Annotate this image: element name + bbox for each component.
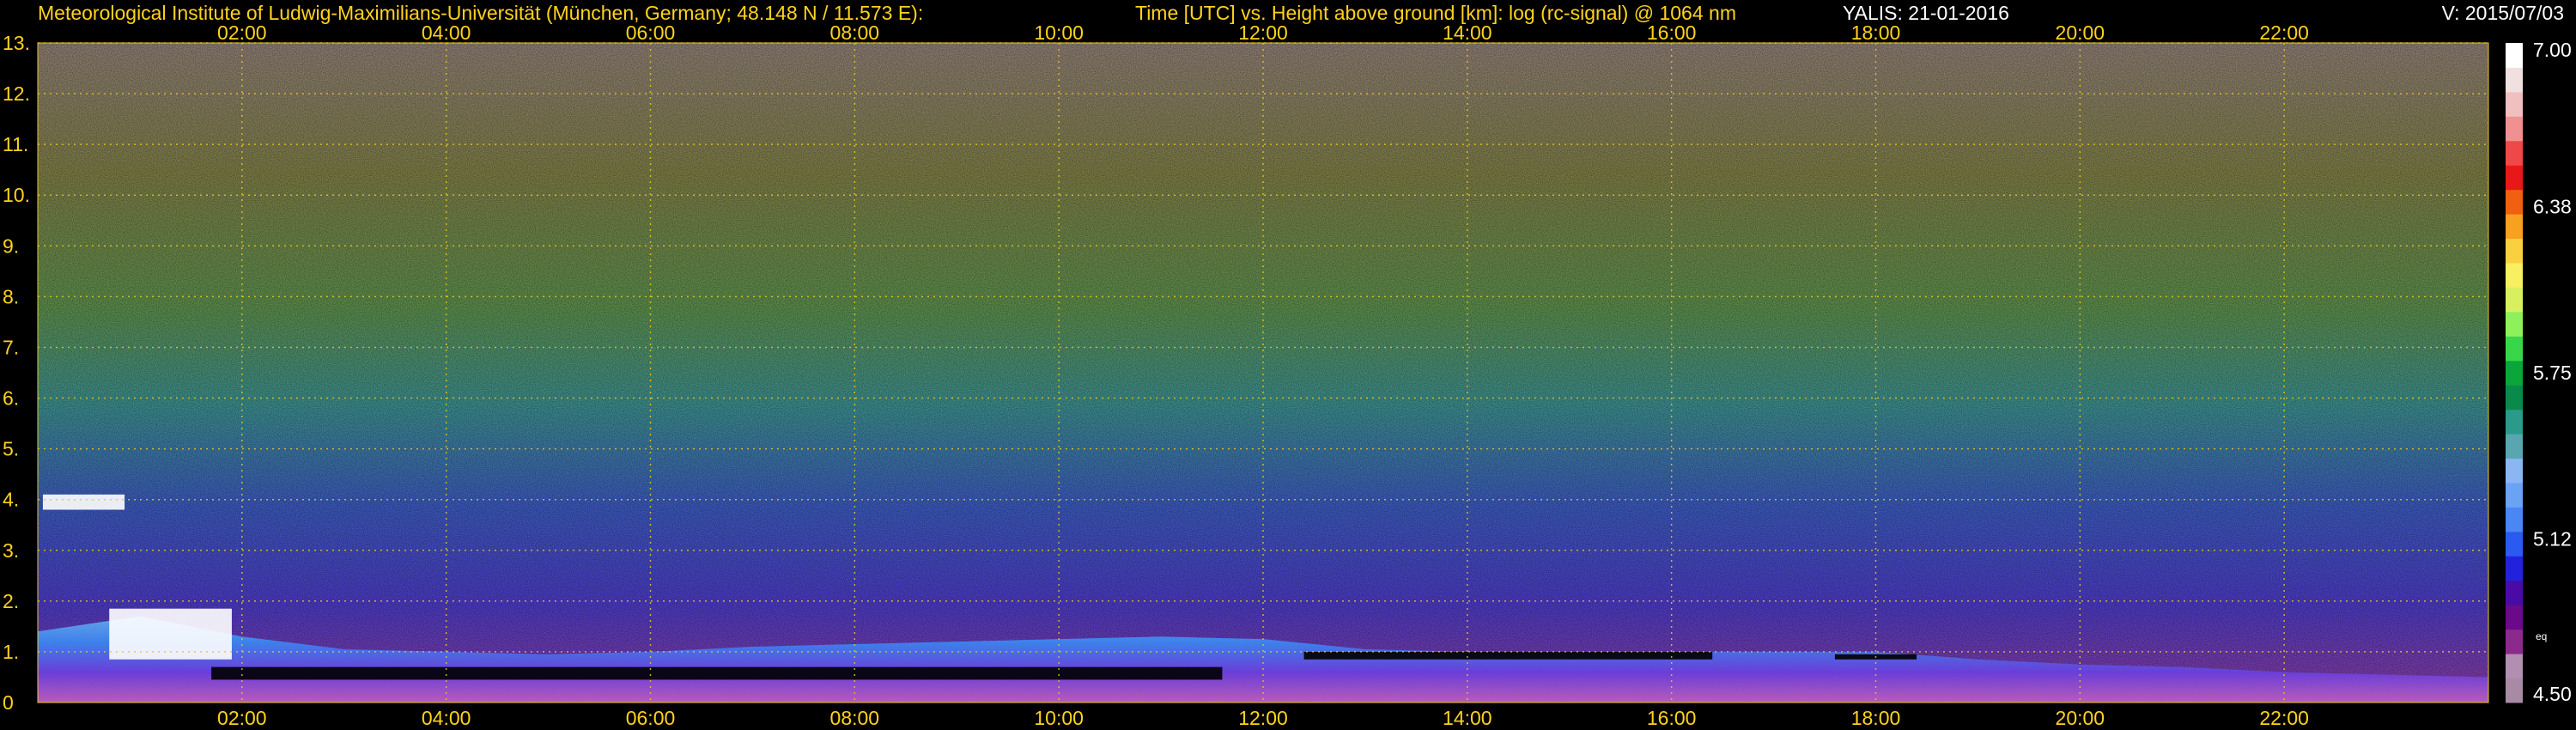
cloud-layer-3 [211, 666, 1223, 680]
y-tick-label: 0 [3, 691, 14, 714]
x-tick-label: 18:00 [1851, 707, 1901, 729]
lidar-chart: 02:00 04:00 06:00 08:00 10:00 12:00 14:00 16:00… [3, 21, 2572, 729]
colorbar-tick-label: 5.75 [2533, 362, 2572, 384]
y-tick-label: 1. [3, 641, 19, 663]
x-tick-label: 14:00 [1443, 21, 1492, 44]
y-tick-label: 13. [3, 32, 30, 54]
y-tick-label: 12. [3, 82, 30, 105]
colorbar-segment [2506, 678, 2523, 703]
x-tick-label: 08:00 [830, 21, 880, 44]
y-tick-label: 11. [3, 133, 28, 155]
y-tick-label: 3. [3, 539, 19, 562]
colorbar-segment [2506, 214, 2523, 240]
colorbar-segment [2506, 556, 2523, 581]
y-tick-labels: 0 1. 2. 3. 4. 5. 6. 7. 8. 9. 10. 11. 12. 13. [3, 32, 30, 714]
colorbar-segment [2506, 580, 2523, 605]
x-tick-label: 18:00 [1851, 21, 1901, 44]
x-tick-label: 04:00 [422, 21, 471, 44]
x-tick-label: 22:00 [2259, 21, 2309, 44]
cloud-layer-4 [1303, 651, 1713, 660]
x-tick-label: 22:00 [2259, 707, 2309, 729]
colorbar-segment [2506, 409, 2523, 435]
colorbar-segment [2506, 629, 2523, 654]
colorbar-segment [2506, 43, 2523, 68]
y-tick-label: 4. [3, 489, 19, 511]
colorbar-segment [2506, 458, 2523, 484]
colorbar-segment [2506, 605, 2523, 630]
colorbar-segment [2506, 434, 2523, 459]
x-tick-label: 02:00 [217, 707, 267, 729]
colorbar-segment [2506, 654, 2523, 679]
y-tick-label: 10. [3, 184, 30, 206]
colorbar-tick-label: 6.38 [2533, 195, 2572, 217]
x-tick-label: 04:00 [422, 707, 471, 729]
colorbar-segment [2506, 165, 2523, 191]
colorbar-segment [2506, 238, 2523, 264]
x-tick-label: 06:00 [626, 21, 676, 44]
colorbar-segment [2506, 385, 2523, 411]
x-tick-label: 16:00 [1647, 707, 1697, 729]
colorbar-segment [2506, 507, 2523, 532]
x-tick-label: 10:00 [1034, 21, 1084, 44]
colorbar-tick-label: 4.50 [2533, 683, 2572, 705]
x-tick-label: 20:00 [2056, 21, 2105, 44]
colorbar-segment [2506, 531, 2523, 557]
colorbar-segment [2506, 91, 2523, 117]
colorbar-tick-label: 5.12 [2533, 528, 2572, 551]
colorbar-extra-label: eq [2536, 630, 2547, 642]
colorbar-segment [2506, 311, 2523, 337]
x-tick-label: 12:00 [1238, 707, 1288, 729]
x-tick-label: 02:00 [217, 21, 267, 44]
x-tick-label: 20:00 [2056, 707, 2105, 729]
x-tick-label: 12:00 [1238, 21, 1288, 44]
y-tick-label: 8. [3, 285, 19, 307]
x-tick-labels-bottom: 02:00 04:00 06:00 08:00 10:00 12:00 14:00 16:00… [217, 707, 2309, 729]
colorbar-tick-label: 7.00 [2533, 39, 2572, 61]
y-tick-label: 6. [3, 387, 19, 410]
y-tick-label: 5. [3, 438, 19, 460]
y-tick-label: 9. [3, 234, 19, 257]
cloud-layer-1 [42, 494, 125, 510]
colorbar-segment [2506, 67, 2523, 93]
colorbar-segment [2506, 140, 2523, 166]
x-tick-label: 16:00 [1647, 21, 1697, 44]
colorbar-segment [2506, 189, 2523, 215]
colorbar-segment [2506, 263, 2523, 288]
x-tick-label: 10:00 [1034, 707, 1084, 729]
y-tick-label: 7. [3, 336, 19, 358]
x-tick-label: 14:00 [1443, 707, 1492, 729]
colorbar-segment [2506, 483, 2523, 508]
x-tick-label: 06:00 [626, 707, 676, 729]
y-tick-label: 2. [3, 590, 19, 612]
colorbar-segment [2506, 336, 2523, 362]
colorbar-segment [2506, 287, 2523, 313]
colorbar: 7.00 6.38 5.75 5.12 4.50 eq [2506, 39, 2572, 705]
x-tick-label: 08:00 [830, 707, 880, 729]
colorbar-segment [2506, 116, 2523, 142]
x-tick-labels-top: 02:00 04:00 06:00 08:00 10:00 12:00 14:00 16:00… [217, 21, 2309, 44]
colorbar-segment [2506, 360, 2523, 386]
